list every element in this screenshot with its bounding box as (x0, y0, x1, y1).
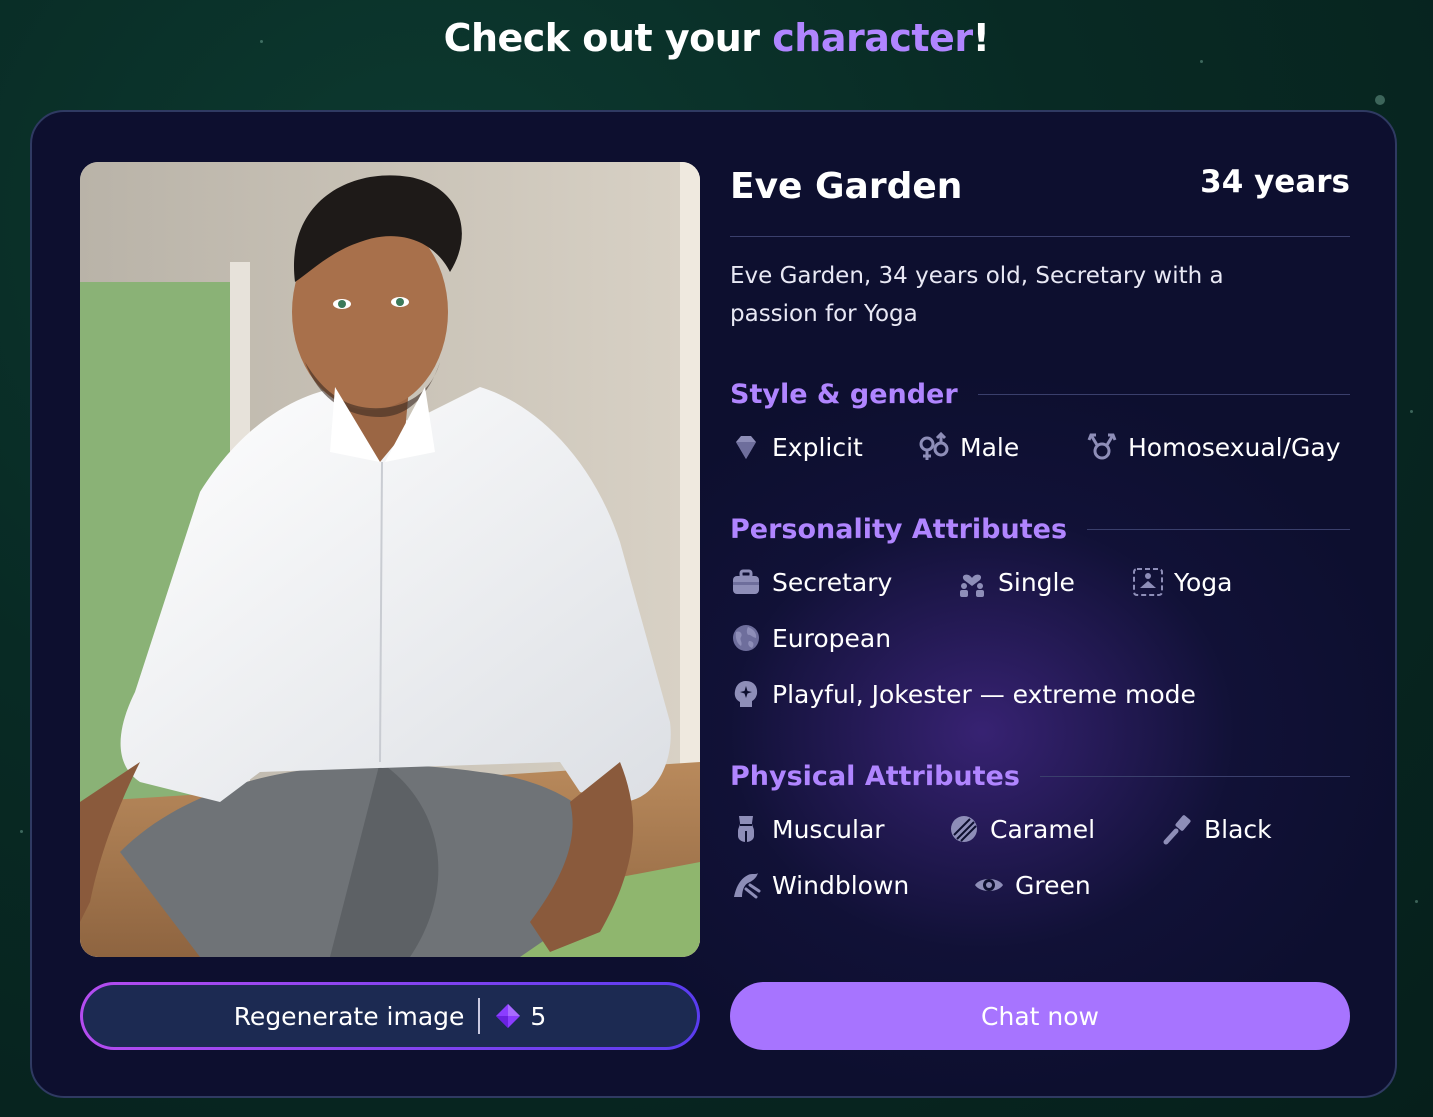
character-photo (80, 162, 700, 957)
tag-secretary: Secretary (730, 563, 956, 601)
character-info: Eve Garden 34 years Eve Garden, 34 years… (730, 162, 1350, 904)
personality-section-header: Personality Attributes (730, 514, 1350, 545)
background-star (1375, 95, 1385, 105)
gender-symbol-icon (918, 431, 950, 463)
regenerate-image-button-inner: Regenerate image 5 (83, 985, 697, 1047)
background-star (1415, 900, 1418, 903)
heading-accent: character (772, 16, 973, 60)
heading-suffix: ! (972, 16, 990, 60)
tag-label: Caramel (990, 814, 1096, 844)
tag-caramel: Caramel (948, 810, 1162, 848)
background-star (1200, 60, 1203, 63)
chat-now-button[interactable]: Chat now (730, 982, 1350, 1050)
background-star (1410, 410, 1413, 413)
section-divider (1087, 529, 1350, 530)
tag-label: Green (1015, 870, 1091, 900)
section-divider (977, 394, 1350, 395)
personality-section-title: Personality Attributes (730, 514, 1068, 545)
tag-playful: Playful, Jokester — extreme mode (730, 675, 1290, 713)
tag-label: Yoga (1174, 567, 1233, 597)
tag-black: Black (1162, 810, 1342, 848)
tag-single: Single (956, 563, 1132, 601)
hair-style-icon (730, 869, 762, 901)
physical-section-header: Physical Attributes (730, 761, 1350, 792)
body-icon (730, 813, 762, 845)
tag-orientation: Homosexual/Gay (1086, 428, 1341, 466)
eye-icon (973, 869, 1005, 901)
tag-label: Explicit (772, 432, 863, 462)
briefcase-icon (730, 566, 762, 598)
tag-explicit: Explicit (730, 428, 918, 466)
tag-windblown: Windblown (730, 866, 973, 904)
gem-icon (496, 1004, 521, 1028)
section-divider (1039, 776, 1350, 777)
tag-label: Male (960, 432, 1020, 462)
button-separator (478, 998, 481, 1034)
background-star (20, 830, 23, 833)
physical-tags: Muscular Caramel Black Windblown Green (730, 810, 1350, 904)
style-section-header: Style & gender (730, 379, 1350, 410)
character-age: 34 years (1200, 164, 1350, 200)
skin-tone-icon (948, 813, 980, 845)
yoga-icon (1132, 566, 1164, 598)
physical-section-title: Physical Attributes (730, 761, 1020, 792)
tag-muscular: Muscular (730, 810, 948, 848)
tag-label: European (772, 623, 892, 653)
tag-label: Playful, Jokester — extreme mode (772, 679, 1196, 709)
regenerate-image-button[interactable]: Regenerate image 5 (80, 982, 700, 1050)
tag-label: Secretary (772, 567, 893, 597)
tag-yoga: Yoga (1132, 563, 1332, 601)
name-row: Eve Garden 34 years (730, 162, 1350, 237)
chat-now-label: Chat now (981, 1001, 1099, 1031)
page-heading: Check out your character! (0, 16, 1433, 60)
regenerate-cost: 5 (530, 1001, 547, 1031)
character-card: Eve Garden 34 years Eve Garden, 34 years… (30, 110, 1397, 1098)
heading-prefix: Check out your (443, 16, 773, 60)
tag-label: Muscular (772, 814, 885, 844)
person-heart-icon (956, 566, 988, 598)
personality-tags: Secretary Single Yoga European Playful, … (730, 563, 1350, 713)
regenerate-label: Regenerate image (233, 1001, 465, 1031)
hair-brush-icon (1162, 813, 1194, 845)
diamond-icon (730, 431, 762, 463)
tag-label: Single (998, 567, 1075, 597)
globe-icon (730, 622, 762, 654)
tag-label: Windblown (772, 870, 910, 900)
character-description: Eve Garden, 34 years old, Secretary with… (730, 263, 1224, 327)
sparkle-head-icon (730, 678, 762, 710)
tag-green: Green (973, 866, 1173, 904)
tag-label: Black (1204, 814, 1272, 844)
character-name: Eve Garden (730, 166, 963, 207)
tag-label: Homosexual/Gay (1128, 432, 1341, 462)
tag-european: European (730, 619, 1130, 657)
tag-male: Male (918, 428, 1086, 466)
orientation-symbol-icon (1086, 431, 1118, 463)
style-section-title: Style & gender (730, 379, 958, 410)
style-tags: Explicit Male Homosexual/Gay (730, 428, 1350, 466)
